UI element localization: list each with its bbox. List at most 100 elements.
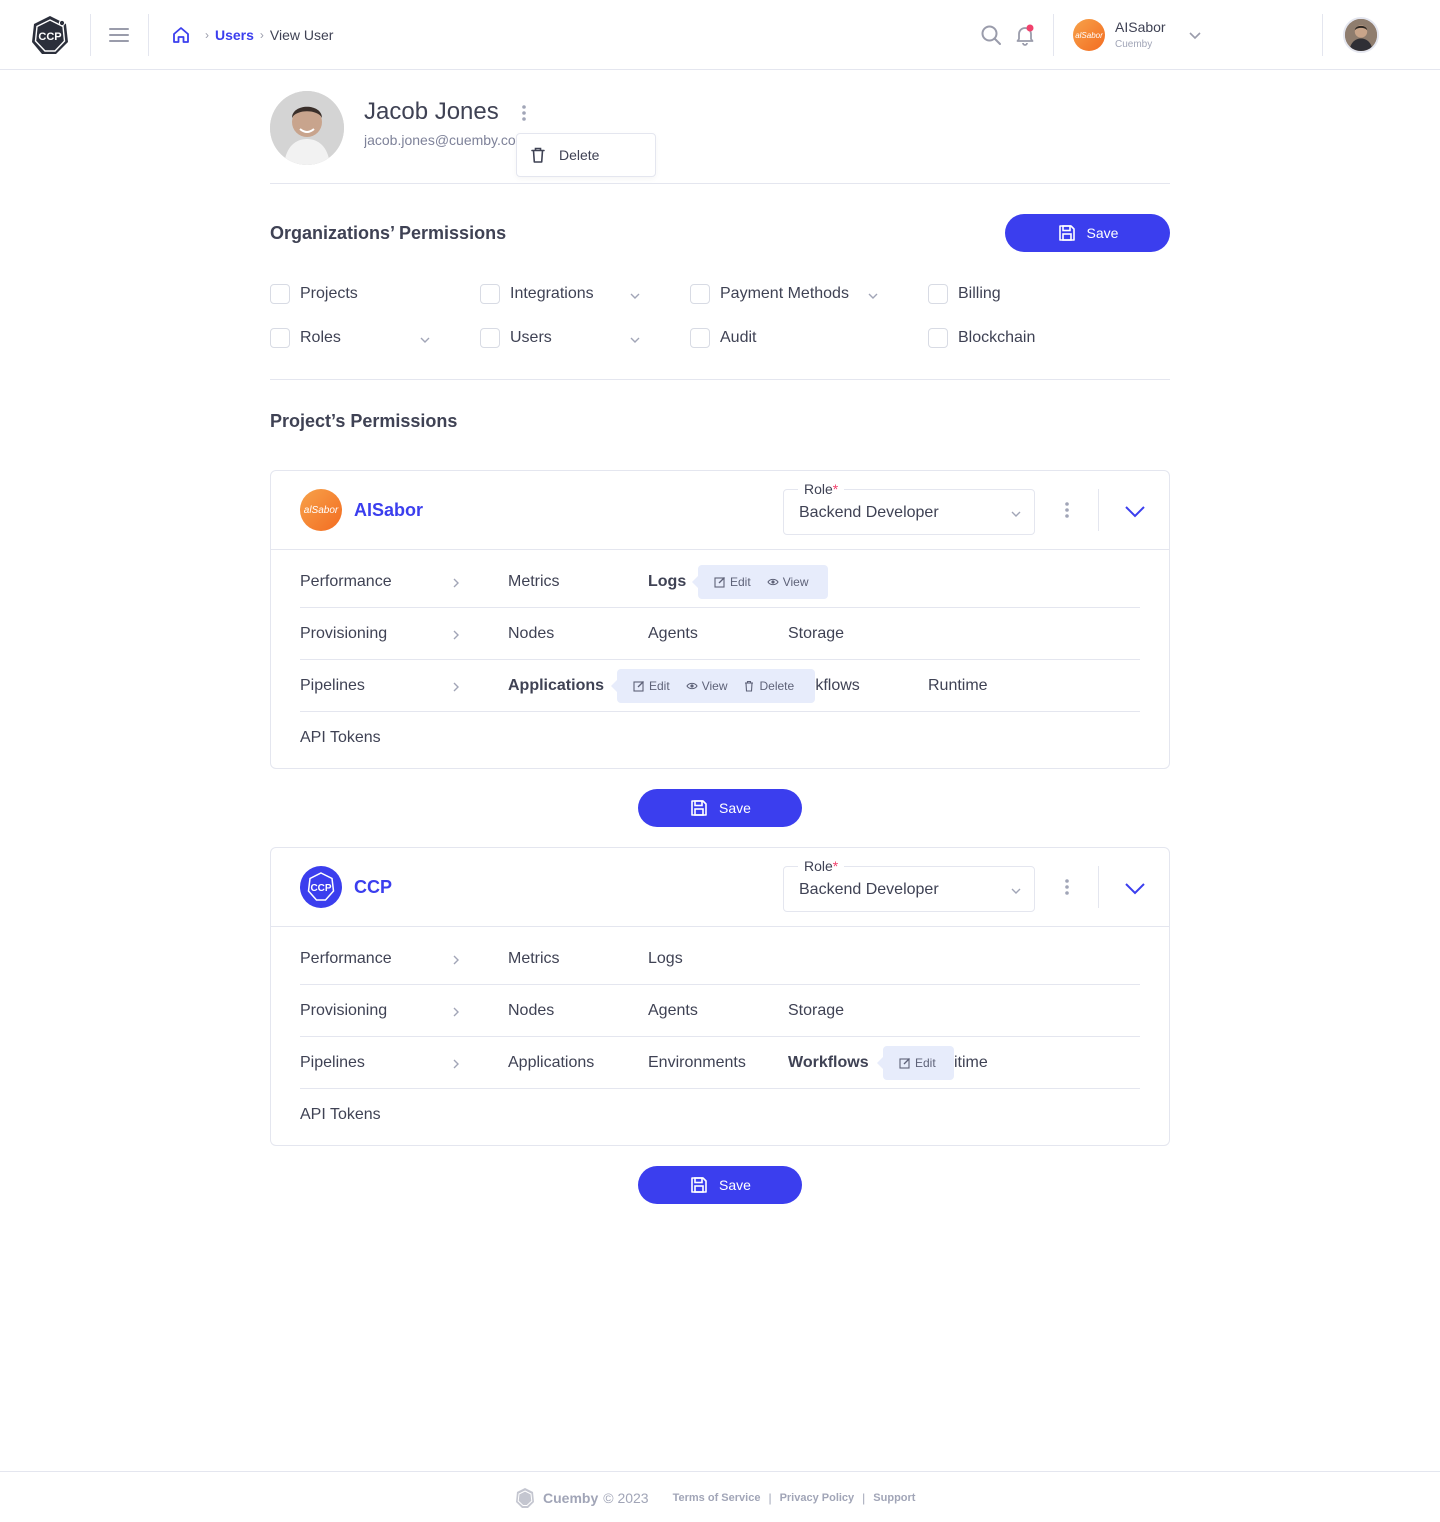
user-email: jacob.jones@cuemby.com — [364, 132, 518, 148]
checkbox[interactable] — [480, 328, 500, 348]
search-icon[interactable] — [979, 23, 1003, 47]
user-avatar[interactable] — [1343, 17, 1379, 53]
edit-action[interactable]: Edit — [899, 1056, 936, 1070]
save-org-permissions-button[interactable]: Save — [1005, 214, 1170, 252]
permission-item[interactable]: Metrics — [508, 933, 560, 985]
save-project-permissions-button[interactable]: Save — [638, 789, 802, 827]
chevron-right-icon[interactable] — [450, 680, 462, 692]
chevron-right-icon[interactable] — [450, 953, 462, 965]
checkbox[interactable] — [270, 284, 290, 304]
chevron-down-icon[interactable] — [629, 289, 641, 301]
perm-users[interactable]: Users — [480, 327, 552, 349]
privacy-policy-link[interactable]: Privacy Policy — [780, 1492, 855, 1504]
permission-item[interactable]: Storage — [788, 608, 844, 660]
role-select[interactable]: Role* Backend Developer — [783, 481, 1035, 535]
perm-label: Roles — [300, 329, 341, 346]
permission-item[interactable]: Logs — [648, 933, 683, 985]
permission-group[interactable]: Pipelines — [300, 660, 365, 712]
chevron-right-icon[interactable] — [450, 576, 462, 588]
save-icon — [1058, 225, 1075, 241]
edit-icon — [899, 1058, 910, 1069]
permission-group[interactable]: API Tokens — [300, 1089, 381, 1141]
permission-item[interactable]: Metrics — [508, 556, 560, 608]
project-name[interactable]: AISabor — [354, 500, 423, 521]
perm-blockchain[interactable]: Blockchain — [928, 327, 1035, 349]
chevron-down-icon[interactable] — [1188, 28, 1202, 42]
delete-action[interactable]: Delete — [743, 679, 794, 693]
permission-item[interactable]: Logs — [648, 556, 686, 608]
breadcrumb-current: View User — [269, 27, 334, 43]
permission-group[interactable]: Performance — [300, 933, 392, 985]
checkbox[interactable] — [928, 284, 948, 304]
breadcrumb-users-link[interactable]: Users — [215, 27, 254, 43]
org-name: AISabor — [1115, 19, 1166, 36]
ccp-logo-icon[interactable]: CCP — [29, 14, 71, 56]
organization-switcher[interactable]: alSabor AISabor Cuemby — [1073, 18, 1202, 52]
permission-item[interactable]: Applications — [508, 1037, 594, 1089]
project-name[interactable]: CCP — [354, 877, 392, 898]
permission-item[interactable]: rkflows — [810, 660, 860, 712]
delete-user-menu-item[interactable]: Delete — [516, 133, 656, 177]
checkbox[interactable] — [480, 284, 500, 304]
permission-item[interactable]: Environments — [648, 1037, 746, 1089]
perm-audit[interactable]: Audit — [690, 327, 756, 349]
chevron-down-icon[interactable] — [867, 289, 879, 301]
chevron-down-icon[interactable] — [1123, 876, 1147, 900]
save-project-permissions-button[interactable]: Save — [638, 1166, 802, 1204]
chevron-down-icon[interactable] — [1123, 499, 1147, 523]
org-avatar: alSabor — [1073, 19, 1105, 51]
permission-item[interactable]: Nodes — [508, 985, 554, 1037]
chevron-down-icon[interactable] — [629, 333, 641, 345]
edit-icon — [714, 577, 725, 588]
checkbox[interactable] — [928, 328, 948, 348]
perm-integrations[interactable]: Integrations — [480, 283, 594, 305]
permission-group[interactable]: Provisioning — [300, 985, 387, 1037]
permission-item[interactable]: Agents — [648, 608, 698, 660]
permission-item[interactable]: Agents — [648, 985, 698, 1037]
view-action[interactable]: View — [686, 679, 727, 693]
permission-actions-popover: Edit View — [692, 565, 828, 599]
breadcrumb-separator: › — [259, 28, 264, 42]
edit-action[interactable]: Edit — [633, 679, 670, 693]
permission-actions-popover: Edit View Delete — [611, 669, 815, 703]
perm-projects[interactable]: Projects — [270, 283, 358, 305]
home-icon[interactable] — [171, 25, 191, 45]
save-icon — [691, 1177, 707, 1193]
edit-action[interactable]: Edit — [714, 575, 751, 589]
permission-group[interactable]: Pipelines — [300, 1037, 365, 1089]
more-options-icon[interactable] — [1063, 878, 1071, 896]
menu-icon[interactable] — [109, 25, 129, 45]
permission-group[interactable]: Performance — [300, 556, 392, 608]
permission-item[interactable]: itime — [954, 1037, 988, 1089]
perm-billing[interactable]: Billing — [928, 283, 1001, 305]
support-link[interactable]: Support — [873, 1492, 915, 1504]
chevron-right-icon[interactable] — [450, 1005, 462, 1017]
checkbox[interactable] — [690, 284, 710, 304]
chevron-right-icon[interactable] — [450, 1057, 462, 1069]
permission-item[interactable]: Workflows — [788, 1037, 869, 1089]
divider — [1098, 489, 1099, 531]
perm-payment-methods[interactable]: Payment Methods — [690, 283, 849, 305]
trash-icon — [745, 680, 754, 692]
checkbox[interactable] — [690, 328, 710, 348]
header-divider — [148, 14, 149, 56]
perm-roles[interactable]: Roles — [270, 327, 341, 349]
permission-item[interactable]: Storage — [788, 985, 844, 1037]
more-options-icon[interactable] — [1063, 501, 1071, 519]
view-action[interactable]: View — [767, 575, 808, 589]
chevron-right-icon[interactable] — [450, 628, 462, 640]
notification-bell-icon[interactable] — [1013, 23, 1037, 47]
checkbox[interactable] — [270, 328, 290, 348]
footer-brand: Cuemby — [543, 1490, 599, 1506]
permission-item[interactable]: Nodes — [508, 608, 554, 660]
permission-item[interactable]: Applications — [508, 660, 604, 712]
more-options-icon[interactable] — [519, 104, 529, 122]
permission-actions-popover: Edit — [877, 1046, 954, 1080]
perm-label: Blockchain — [958, 329, 1036, 346]
terms-of-service-link[interactable]: Terms of Service — [673, 1492, 761, 1504]
role-select[interactable]: Role* Backend Developer — [783, 858, 1035, 912]
chevron-down-icon[interactable] — [419, 333, 431, 345]
permission-item[interactable]: Runtime — [928, 660, 988, 712]
permission-group[interactable]: Provisioning — [300, 608, 387, 660]
permission-group[interactable]: API Tokens — [300, 712, 381, 764]
